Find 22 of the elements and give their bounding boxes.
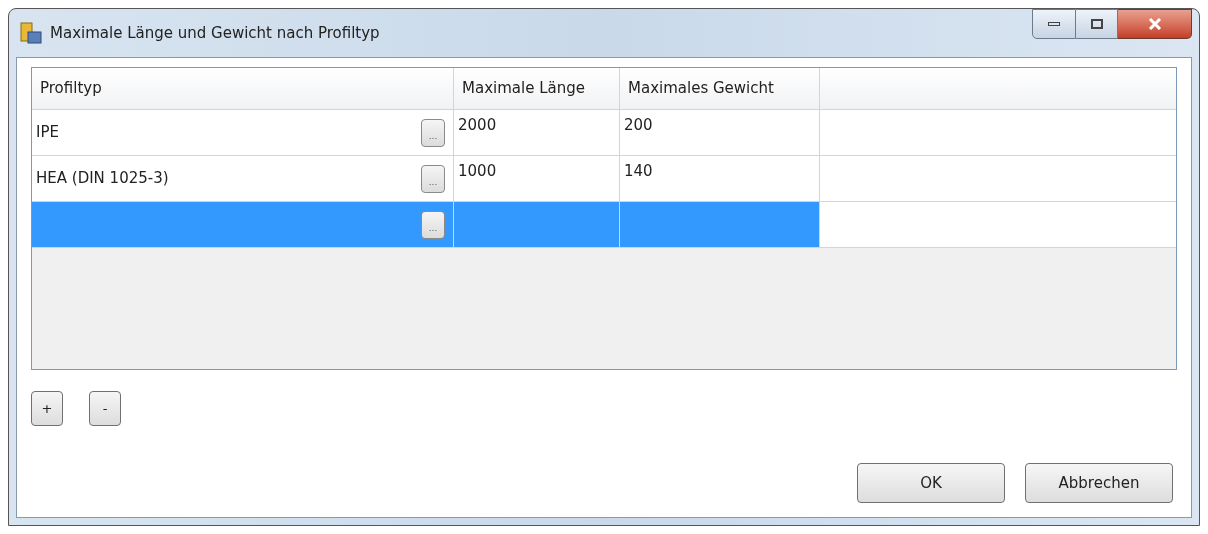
maximize-button[interactable] <box>1076 9 1118 39</box>
ok-button[interactable]: OK <box>857 463 1005 503</box>
cell-text: HEA (DIN 1025-3) <box>36 168 169 190</box>
cancel-button[interactable]: Abbrechen <box>1025 463 1173 503</box>
remove-row-button[interactable]: - <box>89 391 121 426</box>
column-header[interactable]: Profiltyp <box>32 68 454 109</box>
add-row-button[interactable]: + <box>31 391 63 426</box>
column-header[interactable]: Maximales Gewicht <box>620 68 820 109</box>
app-icon <box>20 22 42 44</box>
minimize-button[interactable] <box>1032 9 1076 39</box>
column-header[interactable]: Maximale Länge <box>454 68 620 109</box>
browse-button[interactable]: ... <box>421 210 445 239</box>
window-title: Maximale Länge und Gewicht nach Profiltyp <box>50 22 380 44</box>
cell-text: 2000 <box>458 115 497 136</box>
cell-text: 140 <box>624 161 653 182</box>
browse-button[interactable]: ... <box>421 164 445 193</box>
cell-text: 1000 <box>458 161 497 182</box>
close-icon <box>1147 18 1162 30</box>
browse-button[interactable]: ... <box>421 118 445 147</box>
close-button[interactable] <box>1118 9 1192 39</box>
cell-text: IPE <box>36 122 59 144</box>
cell-text: 200 <box>624 115 653 136</box>
